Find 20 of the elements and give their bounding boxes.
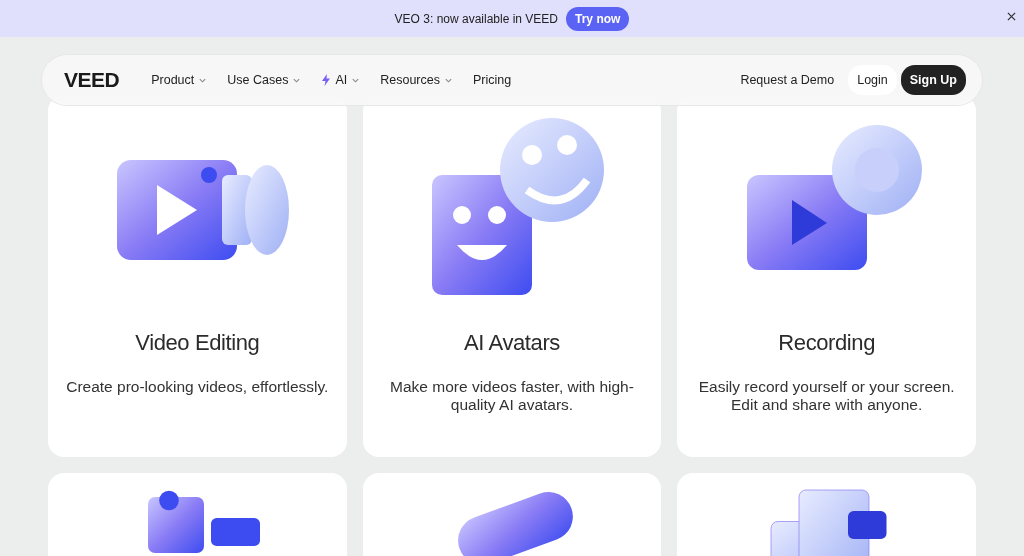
nav-menu-item[interactable]: Resources (370, 66, 463, 94)
card-description: Create pro-looking videos, effortlessly. (66, 378, 329, 397)
request-demo-link[interactable]: Request a Demo (730, 66, 845, 94)
nav-menu-item[interactable]: Product (141, 66, 218, 94)
login-button[interactable]: Login (848, 64, 897, 96)
veed-logo[interactable]: VEED (64, 64, 120, 96)
nav-menu-item[interactable]: AI (311, 66, 371, 94)
lightning-icon (321, 74, 332, 86)
card-title: Recording (778, 330, 875, 357)
close-button[interactable] (1007, 12, 1016, 21)
announcement-text: VEO 3: now available in VEED (394, 10, 559, 28)
card-description: Make more videos faster, with high-quality AI avatars. (389, 378, 635, 414)
nav-menu-item[interactable]: Pricing (463, 66, 522, 94)
card-description: Easily record yourself or your screen. Edit and share with anyone. (697, 378, 956, 414)
sign-up-button[interactable]: Sign Up (900, 64, 966, 96)
nav-menu-item[interactable]: Use Cases (217, 66, 312, 94)
card-title: AI Avatars (464, 330, 560, 357)
card-title: Video Editing (135, 330, 260, 357)
try-now-button[interactable]: Try now (566, 6, 630, 31)
close-icon (1007, 12, 1016, 21)
